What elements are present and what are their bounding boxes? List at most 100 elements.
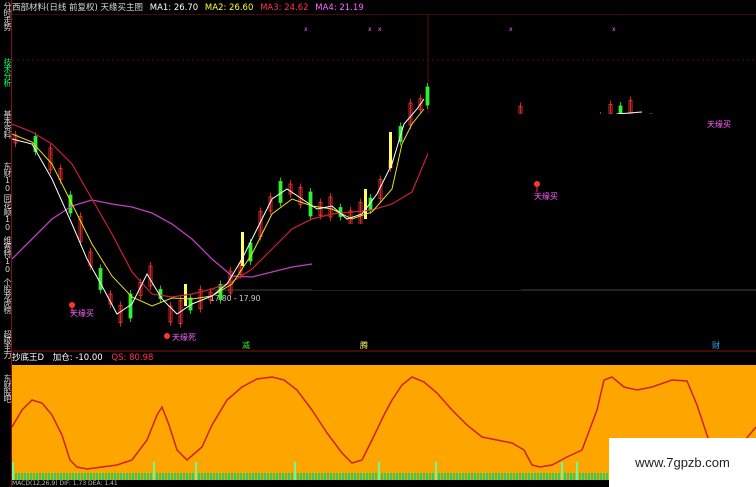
- indicator-bar: [423, 473, 425, 480]
- indicator-bar: [456, 473, 458, 480]
- indicator-bar: [405, 473, 407, 480]
- indicator-bar: [54, 473, 56, 480]
- indicator-bar: [57, 473, 59, 480]
- indicator-bar: [582, 473, 584, 480]
- indicator-bar: [534, 473, 536, 480]
- indicator-bar: [459, 473, 461, 480]
- indicator-bar: [303, 473, 305, 480]
- tab-dongcai[interactable]: 东财10: [0, 162, 12, 194]
- indicator-bar: [258, 473, 260, 480]
- tab-basic-info[interactable]: 基本资料: [0, 110, 12, 162]
- indicator-bar: [177, 473, 179, 480]
- indicator-bar: [408, 473, 410, 480]
- indicator-bar: [141, 473, 143, 480]
- indicator-bar: [18, 473, 20, 480]
- indicator-bar: [288, 473, 290, 480]
- indicator-bar: [231, 473, 233, 480]
- indicator-bar: [72, 473, 74, 480]
- indicator-bar: [531, 473, 533, 480]
- indicator-bar: [417, 473, 419, 480]
- tab-technical-analysis[interactable]: 技术分析: [0, 58, 12, 110]
- indicator-bar: [402, 473, 404, 480]
- indicator-bar: [126, 473, 128, 480]
- indicator-bar: [300, 473, 302, 480]
- tab-super-main-force[interactable]: 超级主力: [0, 330, 12, 374]
- indicator-bar: [558, 473, 560, 480]
- indicator-bar: [363, 473, 365, 480]
- indicator-bar: [168, 473, 170, 480]
- indicator-bar: [594, 473, 596, 480]
- ma2-value: MA2: 26.60: [204, 3, 254, 13]
- indicator-bar: [603, 473, 605, 480]
- indicator-bar: [390, 473, 392, 480]
- indicator-bar: [366, 473, 368, 480]
- death-signal[interactable]: 天缘死: [164, 332, 196, 342]
- candle-body: [98, 268, 103, 290]
- add-position-value: 加仓: -10.00: [52, 353, 103, 363]
- tab-tonghuashun[interactable]: 同花顺10: [0, 194, 12, 236]
- indicator-bar: [498, 473, 500, 480]
- candlestick-chart[interactable]: x x x x x 天缘买 天缘死 天缘买 天缘买 17.80 - 17.90 …: [12, 14, 756, 352]
- indicator-bar: [213, 473, 215, 480]
- price-range-label: 17.80 - 17.90: [210, 294, 261, 303]
- indicator-bar: [360, 473, 362, 480]
- ma4-line: [12, 199, 313, 278]
- bottom-indicator-info: MACD(12,26,9) DIF: 1.73 DEA: 1.41: [12, 480, 118, 487]
- indicator-bar: [333, 473, 335, 480]
- indicator-bar: [162, 473, 164, 480]
- indicator-bar: [246, 473, 248, 480]
- buy-signal-3[interactable]: 天缘买: [707, 119, 731, 129]
- indicator-bar: [348, 473, 350, 480]
- tab-dragon-tiger[interactable]: 个股龙虎榜: [0, 278, 12, 330]
- indicator-bar: [414, 473, 416, 480]
- indicator-bar: [297, 473, 299, 480]
- indicator-bar: [180, 473, 182, 480]
- candle-body: [425, 86, 430, 106]
- indicator-bar: [273, 473, 275, 480]
- stock-chart-window: 分时走势 技术分析 基本资料 东财10 同花顺10 维赛特10 个股龙虎榜 超级…: [0, 0, 756, 487]
- indicator-bar: [255, 473, 257, 480]
- indicator-bar: [237, 473, 239, 480]
- tab-weisaite[interactable]: 维赛特10: [0, 236, 12, 278]
- indicator-bar: [111, 473, 113, 480]
- indicator-bar: [174, 473, 176, 480]
- indicator-bar: [570, 473, 572, 480]
- tab-stock-forum[interactable]: 东财股吧: [0, 374, 12, 418]
- indicator-bar: [435, 462, 437, 480]
- indicator-bar: [516, 473, 518, 480]
- indicator-bar: [219, 473, 221, 480]
- indicator-bar: [606, 473, 608, 480]
- marker-x-4: x: [509, 26, 513, 33]
- bottom-marker-2: 腾: [360, 340, 368, 350]
- indicator-bar: [39, 473, 41, 480]
- marker-x-5: x: [612, 26, 616, 33]
- indicator-bar: [117, 473, 119, 480]
- indicator-bar: [153, 462, 155, 480]
- buy-signal-3-label: 天缘买: [707, 119, 731, 129]
- indicator-bar: [381, 473, 383, 480]
- indicator-bar: [264, 473, 266, 480]
- indicator-bar: [486, 473, 488, 480]
- tab-realtime[interactable]: 分时走势: [0, 2, 12, 58]
- indicator-bar: [120, 473, 122, 480]
- indicator-bar: [336, 473, 338, 480]
- indicator-bar: [267, 473, 269, 480]
- sub-indicator-title: 抄底王D: [12, 353, 45, 363]
- indicator-bar: [291, 473, 293, 480]
- indicator-bar: [195, 462, 197, 480]
- indicator-bar: [474, 473, 476, 480]
- indicator-bar: [93, 473, 95, 480]
- indicator-bar: [234, 473, 236, 480]
- indicator-bar: [171, 473, 173, 480]
- watermark: www.7gpzb.com: [609, 438, 756, 487]
- indicator-bar: [315, 473, 317, 480]
- indicator-bar: [186, 473, 188, 480]
- indicator-bar: [420, 473, 422, 480]
- indicator-bar: [21, 473, 23, 480]
- indicator-bar: [216, 473, 218, 480]
- indicator-bar: [66, 473, 68, 480]
- qs-value: QS: 80.98: [111, 353, 154, 363]
- buy-signal-1[interactable]: 天缘买: [69, 302, 94, 318]
- indicator-bar: [183, 473, 185, 480]
- indicator-bar: [585, 473, 587, 480]
